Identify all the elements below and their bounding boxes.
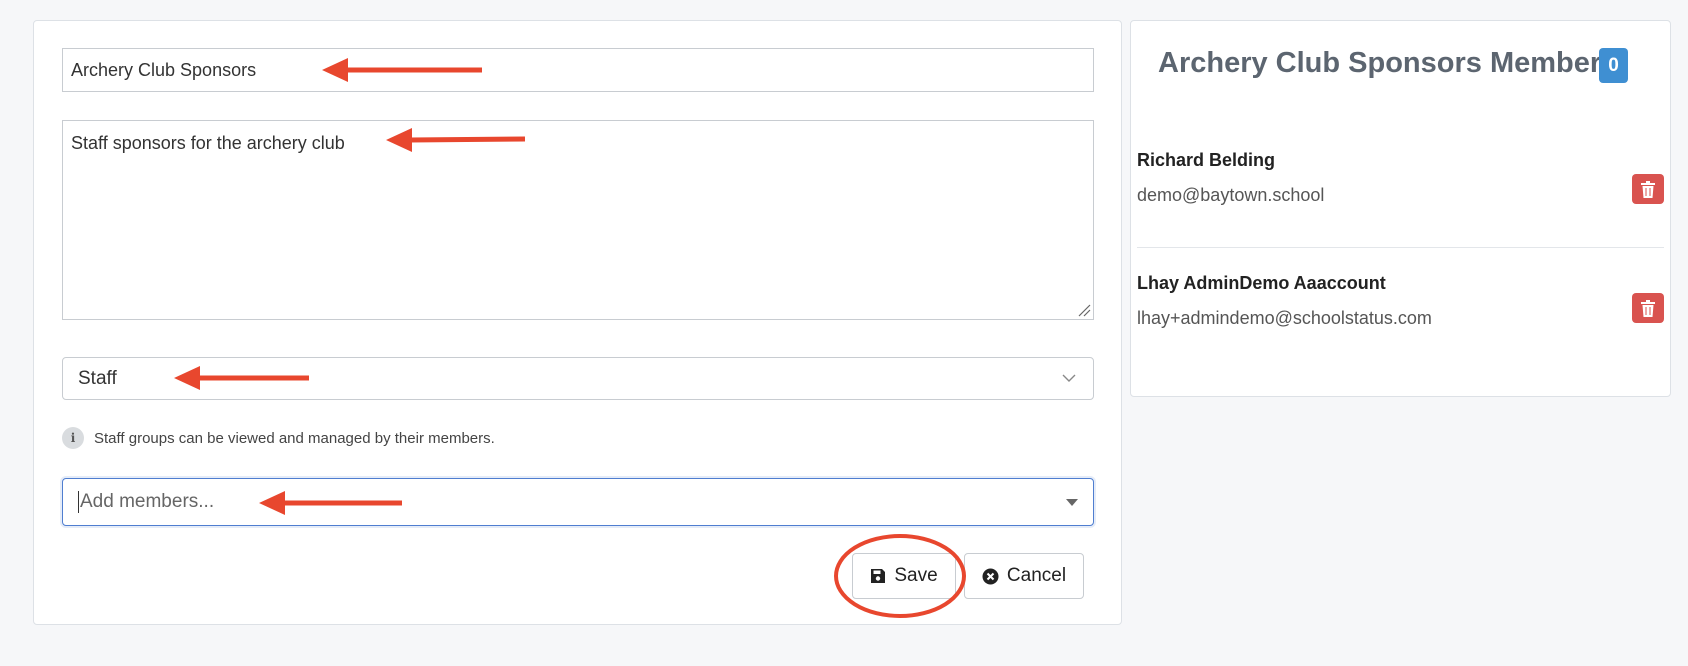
members-panel-title: Archery Club Sponsors Members	[1158, 47, 1618, 79]
member-item: Lhay AdminDemo Aaaccount lhay+admindemo@…	[1137, 273, 1664, 329]
resize-handle-icon[interactable]	[1077, 303, 1091, 317]
add-members-input[interactable]: Add members...	[62, 478, 1094, 526]
member-email: lhay+admindemo@schoolstatus.com	[1137, 308, 1432, 328]
member-email: demo@baytown.school	[1137, 185, 1325, 205]
trash-icon	[1641, 299, 1655, 317]
hint-text: Staff groups can be viewed and managed b…	[94, 429, 495, 447]
add-members-placeholder: Add members...	[80, 491, 215, 513]
text-cursor	[78, 491, 79, 513]
group-type-select[interactable]: Staff	[62, 357, 1094, 400]
chevron-down-icon	[1062, 374, 1076, 382]
trash-icon	[1641, 180, 1655, 198]
member-item: Richard Belding demo@baytown.school	[1137, 150, 1664, 206]
remove-member-button[interactable]	[1632, 293, 1664, 323]
times-circle-icon	[982, 568, 999, 584]
save-button[interactable]: Save	[852, 553, 956, 599]
cancel-button[interactable]: Cancel	[964, 553, 1084, 599]
group-form-card	[33, 20, 1122, 625]
member-name: Richard Belding	[1137, 150, 1276, 170]
floppy-disk-icon	[871, 569, 886, 583]
description-text: Staff sponsors for the archery club	[71, 133, 345, 153]
remove-member-button[interactable]	[1632, 174, 1664, 204]
cancel-label: Cancel	[1006, 565, 1067, 586]
save-label: Save	[894, 565, 938, 586]
member-count-badge: 0	[1599, 48, 1628, 83]
group-description-textarea[interactable]: Staff sponsors for the archery club	[62, 120, 1094, 320]
group-name-input[interactable]: Archery Club Sponsors	[62, 48, 1094, 92]
member-name: Lhay AdminDemo Aaaccount	[1137, 273, 1386, 293]
member-divider	[1137, 247, 1664, 248]
info-icon: i	[62, 427, 84, 449]
group-type-hint: i Staff groups can be viewed and managed…	[62, 427, 495, 449]
group-type-value: Staff	[78, 368, 117, 389]
caret-down-icon[interactable]	[1066, 499, 1078, 506]
